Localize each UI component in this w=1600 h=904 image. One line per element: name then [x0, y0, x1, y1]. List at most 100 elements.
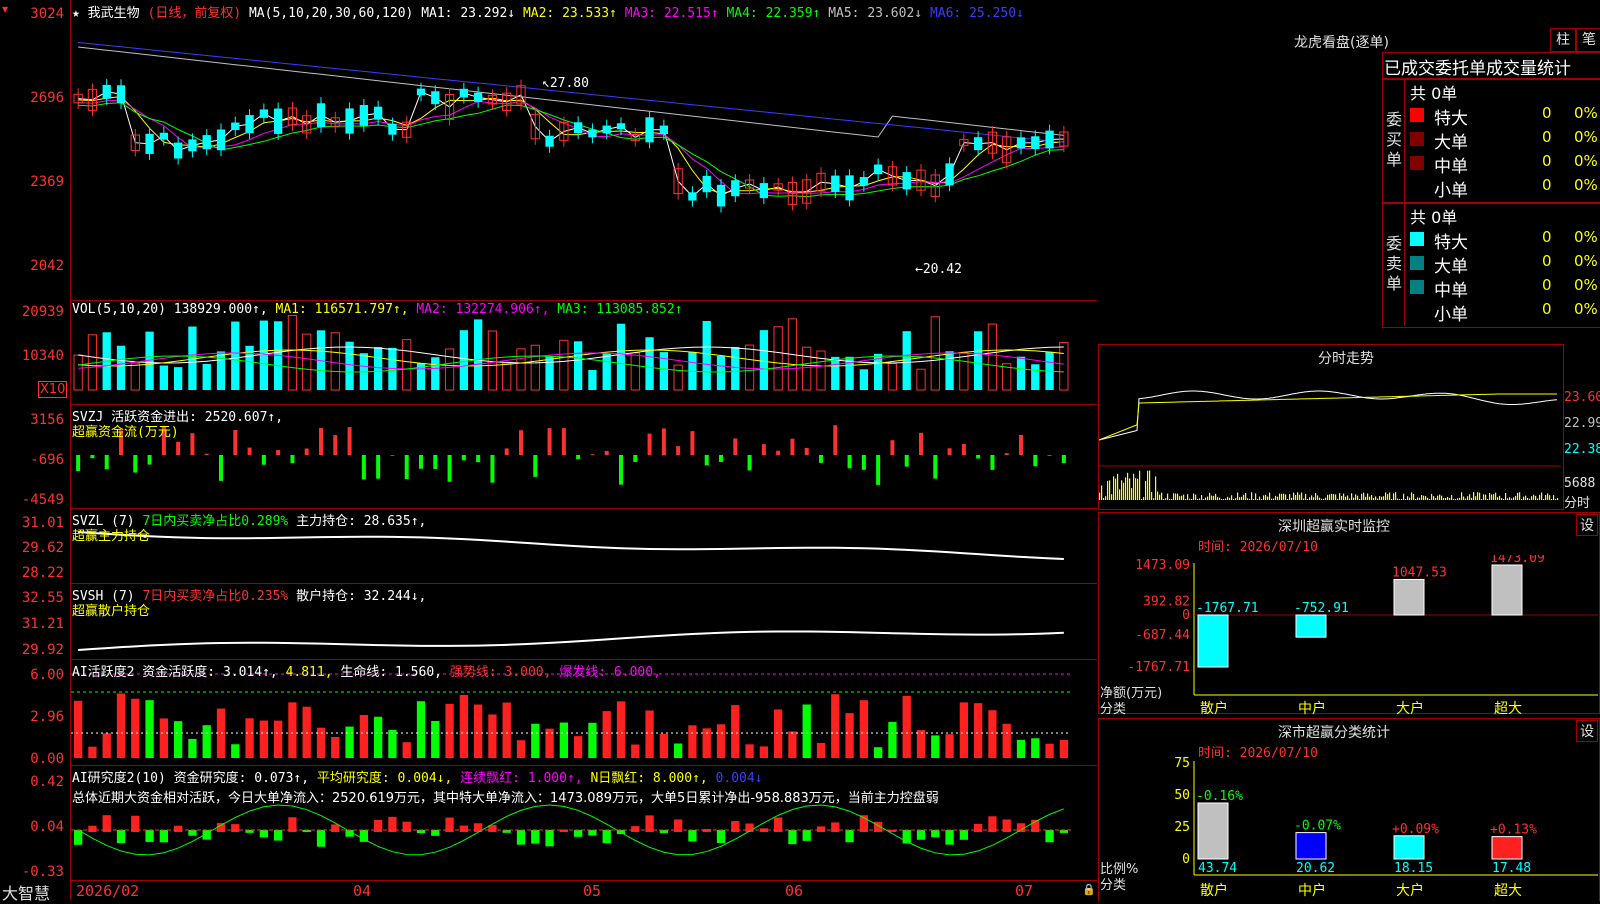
- ma-label: MA(5,10,20,30,60,120): [248, 6, 414, 21]
- sz-axis-label: 0: [1182, 608, 1190, 623]
- intraday-vol-bar: [1329, 494, 1331, 500]
- vol-unit-badge: X10: [38, 381, 68, 398]
- panel-menu-icon[interactable]: ▾: [2, 2, 8, 16]
- volume-bar: [630, 352, 640, 391]
- sz-bar: [1295, 614, 1327, 638]
- candle-body: [431, 91, 440, 105]
- candle-body: [945, 163, 954, 186]
- flow-bar: [561, 428, 566, 455]
- intraday-vol-bar: [1149, 470, 1151, 500]
- candle-body: [545, 135, 554, 147]
- intraday-vol-bar: [1545, 494, 1547, 500]
- sell-row-value: 0: [1542, 300, 1552, 318]
- sh-bar: [1295, 832, 1327, 860]
- intraday-avg-line: [1099, 393, 1557, 441]
- research-bar: [316, 830, 326, 847]
- kline-chart[interactable]: [71, 0, 1097, 880]
- candle-body: [974, 137, 983, 151]
- volume-bar: [588, 369, 597, 390]
- x-axis: 2026/02 04 05 06 07 🔒: [70, 880, 1097, 901]
- svsh-subtitle: 超赢散户持仓: [72, 604, 151, 619]
- flow-bar: [347, 427, 352, 455]
- activity-bar: [259, 720, 268, 758]
- vol-values: 138929.000↑, MA1: 116571.797↑, MA2: 1322…: [174, 302, 683, 317]
- activity-bar: [674, 743, 683, 758]
- intraday-vol-bar: [1515, 495, 1517, 500]
- sz-category-label: 超大: [1494, 701, 1522, 715]
- ma-line: [78, 91, 1064, 198]
- sell-total: 共 0单: [1410, 208, 1458, 227]
- volume-bar: [530, 344, 540, 391]
- activity-bar: [131, 698, 140, 758]
- intraday-vol-bar: [1407, 496, 1409, 500]
- volume-bar: [402, 339, 412, 391]
- volume-bar: [159, 365, 168, 390]
- tick-mode-button[interactable]: 笔: [1576, 28, 1600, 52]
- activity-bar: [988, 710, 997, 758]
- intraday-vol-bar: [1373, 497, 1375, 500]
- flow-bar: [1061, 455, 1066, 463]
- candle-body: [874, 164, 883, 175]
- lock-icon[interactable]: 🔒: [1082, 883, 1096, 896]
- period-label[interactable]: (日线，前复权): [148, 6, 242, 21]
- sell-row-swatch: [1410, 280, 1424, 294]
- research-bar: [274, 830, 283, 841]
- intraday-vol-bar: [1191, 498, 1193, 500]
- intraday-vol-bar: [1537, 498, 1539, 500]
- flow-bar: [576, 455, 581, 460]
- intraday-vol-bar: [1107, 480, 1109, 500]
- intraday-vol-bar: [1245, 493, 1247, 500]
- activity-bar: [788, 731, 797, 758]
- x-axis-label: 05: [583, 882, 602, 900]
- activity-bar: [459, 694, 468, 758]
- intraday-vol-bar: [1177, 493, 1179, 500]
- volume-bar: [216, 351, 226, 390]
- sell-row-swatch: [1410, 232, 1424, 246]
- flow-bar: [790, 438, 795, 455]
- sz-bar: [1197, 614, 1229, 668]
- intraday-vol-bar: [1279, 493, 1281, 500]
- brand-logo: 大智慧: [2, 884, 51, 903]
- intraday-vol-bar: [1257, 499, 1259, 500]
- sz-settings-button[interactable]: 设: [1576, 514, 1598, 536]
- activity-bar: [302, 706, 311, 758]
- vol-axis-label: 20939: [21, 304, 64, 320]
- intraday-vol-bar: [1207, 496, 1209, 500]
- intraday-vol-bar: [1227, 496, 1229, 500]
- intraday-vol-bar: [1389, 492, 1391, 500]
- intraday-vol-bar: [1133, 473, 1135, 500]
- flow-bar: [90, 455, 95, 459]
- intraday-vol-bar: [1393, 493, 1395, 500]
- activity-bar: [616, 701, 626, 758]
- bar-mode-button[interactable]: 柱: [1550, 28, 1576, 52]
- intraday-vol-bar: [1525, 495, 1527, 500]
- sh-bar: [1197, 802, 1229, 860]
- research-bar: [974, 823, 983, 832]
- vol-header: VOL(5,10,20) 138929.000↑, MA1: 116571.79…: [72, 302, 683, 317]
- svsh-line: [78, 630, 1064, 651]
- intraday-vol-bar: [1509, 497, 1511, 500]
- intraday-vol-bar: [1291, 497, 1293, 500]
- sell-row-percent: 0%: [1574, 276, 1598, 294]
- sh-bar-top-label: -0.16%: [1196, 789, 1243, 804]
- favorite-star-icon[interactable]: ★: [72, 6, 80, 21]
- ai2-seg-0: AI研究度2(10) 资金研究度: 0.073↑,: [72, 771, 317, 786]
- volume-bar: [174, 367, 183, 390]
- intraday-vol-bar: [1337, 498, 1339, 500]
- intraday-vol-bar: [1275, 495, 1277, 500]
- sh-category-label: 中户: [1298, 882, 1326, 899]
- research-bar: [88, 825, 97, 832]
- sh-axis-label: 75: [1174, 756, 1190, 771]
- activity-bar: [431, 720, 440, 758]
- intraday-vol-bar: [1455, 499, 1457, 500]
- volume-bar: [831, 356, 840, 390]
- flow-bar: [276, 449, 281, 455]
- intraday-vol-bar: [1505, 493, 1507, 500]
- activity-bar: [488, 714, 497, 758]
- activity-bar: [331, 736, 340, 758]
- ai1-seg-2: 生命线: 1.560,: [340, 665, 450, 680]
- intraday-vol-bar: [1271, 498, 1273, 500]
- sh-settings-button[interactable]: 设: [1576, 720, 1598, 742]
- volume-bar: [374, 347, 383, 390]
- activity-bar: [1031, 738, 1040, 758]
